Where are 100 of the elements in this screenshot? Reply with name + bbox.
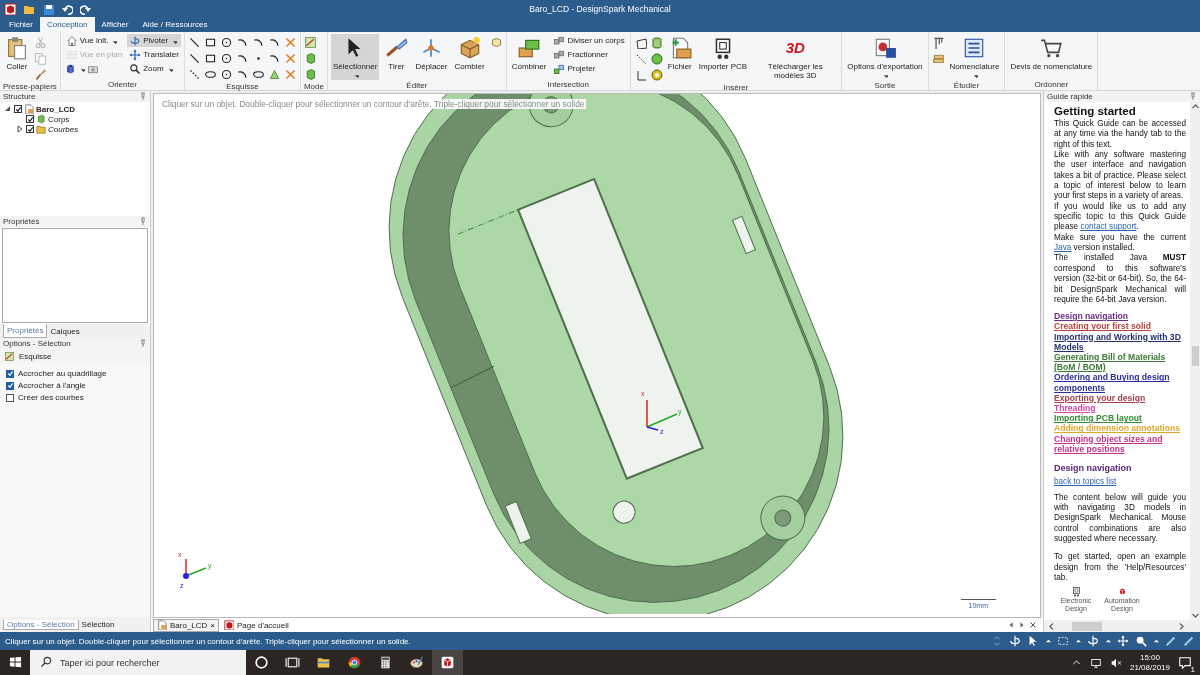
caliper-icon[interactable]: [931, 36, 945, 49]
toolbar-button[interactable]: Projeter: [551, 62, 627, 75]
toolbar-button[interactable]: Importer PCB: [696, 34, 750, 76]
toolbar-button[interactable]: 3D Télécharger les modèles 3D: [752, 34, 839, 82]
pen-icon[interactable]: [1183, 635, 1195, 647]
arrow-left-icon[interactable]: [1047, 621, 1056, 631]
sketch-grid-icon[interactable]: [303, 36, 317, 49]
collapsed-triangle-icon[interactable]: [16, 125, 24, 133]
arrow-up-icon[interactable]: [1190, 102, 1200, 111]
document-tab[interactable]: Page d'accueil: [221, 618, 292, 632]
tree-item[interactable]: Baro_LCD: [36, 104, 76, 114]
sphere-icon[interactable]: [649, 52, 663, 65]
link[interactable]: Java: [1054, 243, 1072, 253]
search-icon[interactable]: [1135, 635, 1147, 647]
toolbar-button[interactable]: Translater: [127, 48, 181, 61]
move-arrows-icon[interactable]: [1117, 635, 1129, 647]
topic-link[interactable]: Design navigation: [1054, 311, 1186, 322]
speaker-muted-icon[interactable]: [1109, 656, 1122, 669]
arc-icon[interactable]: [251, 36, 265, 49]
browser-icon[interactable]: [347, 655, 362, 670]
checkbox[interactable]: [14, 105, 22, 113]
monitor-icon[interactable]: [1089, 656, 1102, 669]
topic-link[interactable]: Generating Bill of Materials (BoM / BOM): [1054, 352, 1186, 373]
ribbon-tab[interactable]: Afficher: [94, 17, 136, 32]
dashed-line-icon[interactable]: [187, 68, 201, 81]
scrollbar-thumb[interactable]: [1191, 346, 1199, 366]
toolbar-button[interactable]: Vue init.: [63, 34, 125, 47]
pen-icon[interactable]: [1165, 635, 1177, 647]
arrow-down-icon[interactable]: [1190, 611, 1200, 620]
circle-icon[interactable]: [219, 36, 233, 49]
toolbar-button[interactable]: Combiner: [509, 34, 549, 76]
folder-icon[interactable]: [316, 655, 331, 670]
link[interactable]: back to topics list: [1054, 477, 1117, 487]
circle-icon[interactable]: [219, 68, 233, 81]
windows-logo-icon[interactable]: [8, 656, 22, 669]
toolbar-button[interactable]: Tirer: [382, 34, 411, 76]
toolbar-button[interactable]: Nomenclature: [947, 34, 1002, 80]
rectangle-icon[interactable]: [203, 36, 217, 49]
close-button[interactable]: ×: [210, 620, 216, 630]
toolbar-button[interactable]: Pivoter: [127, 34, 181, 47]
toolbar-button[interactable]: Fichier: [665, 34, 694, 76]
topic-link[interactable]: Exporting your design: [1054, 392, 1186, 403]
checkbox[interactable]: [6, 381, 14, 390]
clock[interactable]: 15:00 21/08/2019: [1129, 652, 1170, 673]
toolbar-button[interactable]: Coller: [3, 34, 31, 76]
circle-icon[interactable]: [254, 655, 269, 670]
notification-icon[interactable]: [1178, 655, 1192, 670]
cylinder-icon[interactable]: [649, 36, 663, 49]
box-icon[interactable]: [489, 36, 503, 49]
triangle-right-icon[interactable]: [1018, 621, 1026, 629]
panel-tab[interactable]: Propriétés: [3, 324, 48, 338]
topic-link[interactable]: Threading: [1054, 403, 1186, 414]
toolbar-button[interactable]: Zoom: [127, 62, 181, 75]
ring-icon[interactable]: [649, 68, 663, 81]
stack-icon[interactable]: [931, 52, 945, 65]
checkbox[interactable]: [6, 369, 14, 378]
line-icon[interactable]: [187, 52, 201, 65]
redo-icon[interactable]: [80, 2, 92, 15]
brush-icon[interactable]: [34, 68, 47, 81]
expanded-triangle-icon[interactable]: [4, 105, 12, 113]
topic-link[interactable]: Importing and Working with 3D Models: [1054, 331, 1186, 352]
toolbar-button[interactable]: Diviser un corps: [551, 34, 627, 47]
ribbon-tab[interactable]: Fichier: [2, 17, 40, 32]
arc-icon[interactable]: [267, 36, 281, 49]
panel-tab[interactable]: Sélection: [78, 620, 118, 629]
calculator-icon[interactable]: [378, 655, 393, 670]
toolbar-button[interactable]: Fractionner: [551, 48, 627, 61]
toolbar-button[interactable]: Combler: [452, 34, 487, 76]
toolbar-button[interactable]: Devis de nomenclature: [1008, 34, 1095, 76]
tree-item[interactable]: Courbes: [48, 124, 79, 134]
checkbox[interactable]: [26, 125, 34, 133]
checkbox[interactable]: [26, 115, 34, 123]
toolbar-button[interactable]: Sélectionner: [330, 34, 380, 80]
ellipse-icon[interactable]: [203, 68, 217, 81]
task-view-icon[interactable]: [285, 655, 300, 670]
document-tab[interactable]: Baro_LCD ×: [153, 618, 220, 632]
close-icon[interactable]: [1029, 621, 1037, 629]
arc-icon[interactable]: [235, 68, 249, 81]
arc-icon[interactable]: [267, 52, 281, 65]
rotate-icon[interactable]: [1087, 635, 1099, 647]
rectangle-icon[interactable]: [203, 52, 217, 65]
panel-tab[interactable]: Options - Sélection: [3, 619, 79, 630]
cursor-icon[interactable]: [1027, 635, 1039, 647]
rotate-icon[interactable]: [1009, 635, 1021, 647]
toolbar-button[interactable]: Options d'exportation: [845, 34, 925, 80]
topic-link[interactable]: Importing PCB layout: [1054, 413, 1186, 424]
checkbox[interactable]: [6, 393, 14, 402]
cube-icon[interactable]: [440, 655, 455, 670]
arc-icon[interactable]: [235, 52, 249, 65]
scrollbar-thumb[interactable]: [1071, 621, 1102, 631]
search-field[interactable]: Taper ici pour rechercher: [30, 650, 246, 675]
line-icon[interactable]: [187, 36, 201, 49]
selection-box-icon[interactable]: [1057, 635, 1069, 647]
panel-tab[interactable]: Calques: [47, 324, 83, 338]
topic-link[interactable]: Changing object sizes and relative positions: [1054, 433, 1186, 455]
undo-icon[interactable]: [61, 2, 73, 15]
palette-icon[interactable]: [409, 655, 424, 670]
topic-link[interactable]: Ordering and Buying design components: [1054, 372, 1186, 393]
tree-item[interactable]: Corps: [48, 114, 70, 124]
arrow-right-icon[interactable]: [1177, 621, 1186, 631]
